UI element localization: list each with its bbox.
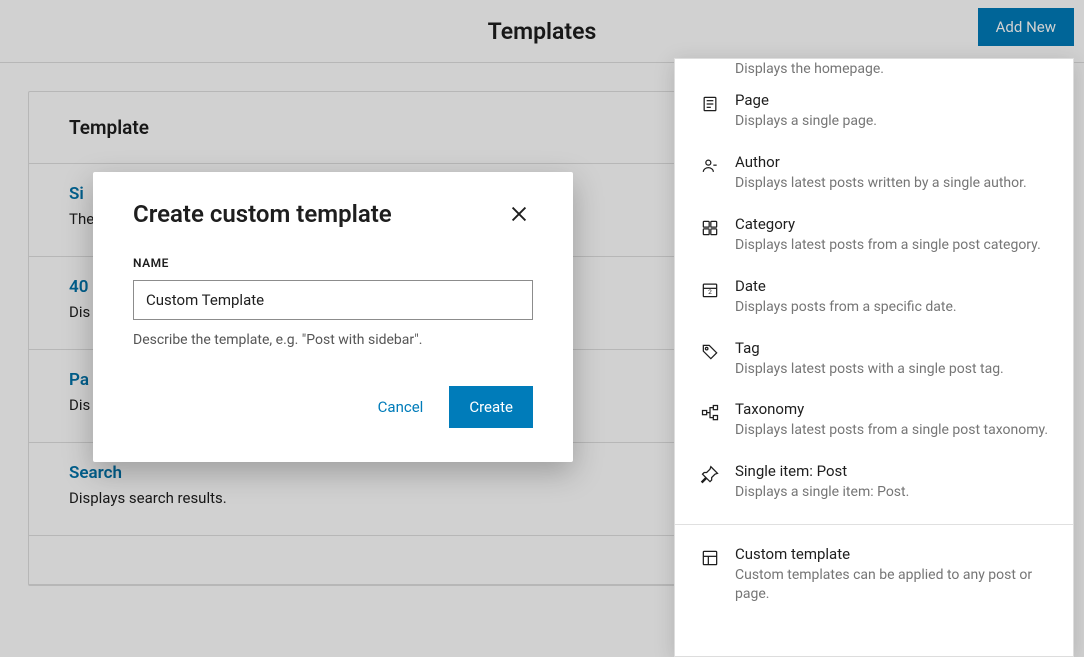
close-icon[interactable] [505, 200, 533, 228]
dropdown-item-title: Date [735, 277, 1049, 295]
dropdown-item-title: Single item: Post [735, 462, 1049, 480]
layout-icon [699, 547, 721, 569]
date-icon: 2 [699, 279, 721, 301]
name-hint: Describe the template, e.g. "Post with s… [133, 332, 533, 348]
dropdown-item-desc: Custom templates can be applied to any p… [735, 566, 1049, 604]
dropdown-item-author[interactable]: Author Displays latest posts written by … [675, 143, 1073, 205]
dropdown-item-tag[interactable]: Tag Displays latest posts with a single … [675, 329, 1073, 391]
category-icon [699, 217, 721, 239]
dropdown-item-desc: Displays latest posts from a single post… [735, 421, 1049, 440]
name-label: NAME [133, 256, 533, 270]
author-icon [699, 155, 721, 177]
add-new-dropdown: Displays the homepage. Page Displays a s… [674, 58, 1074, 657]
create-template-modal: Create custom template NAME Describe the… [93, 172, 573, 462]
dropdown-item-date[interactable]: 2 Date Displays posts from a specific da… [675, 267, 1073, 329]
dropdown-prev-desc: Displays the homepage. [675, 61, 1073, 81]
dropdown-separator [675, 524, 1073, 525]
create-button[interactable]: Create [449, 386, 533, 428]
taxonomy-icon [699, 402, 721, 424]
page-icon [699, 93, 721, 115]
dropdown-item-title: Tag [735, 339, 1049, 357]
dropdown-item-desc: Displays a single item: Post. [735, 483, 1049, 502]
dropdown-item-custom-template[interactable]: Custom template Custom templates can be … [675, 535, 1073, 616]
svg-text:2: 2 [708, 288, 712, 296]
dropdown-item-title: Taxonomy [735, 400, 1049, 418]
dropdown-item-desc: Displays posts from a specific date. [735, 298, 1049, 317]
dropdown-item-title: Author [735, 153, 1049, 171]
tag-icon [699, 341, 721, 363]
dropdown-item-category[interactable]: Category Displays latest posts from a si… [675, 205, 1073, 267]
pin-icon [699, 464, 721, 486]
dropdown-item-title: Custom template [735, 545, 1049, 563]
dropdown-item-title: Category [735, 215, 1049, 233]
cancel-button[interactable]: Cancel [372, 390, 430, 424]
dropdown-item-page[interactable]: Page Displays a single page. [675, 81, 1073, 143]
dropdown-item-desc: Displays a single page. [735, 112, 1049, 131]
name-input[interactable] [133, 280, 533, 320]
dropdown-item-title: Page [735, 91, 1049, 109]
modal-title: Create custom template [133, 200, 392, 228]
dropdown-item-taxonomy[interactable]: Taxonomy Displays latest posts from a si… [675, 390, 1073, 452]
dropdown-item-desc: Displays latest posts with a single post… [735, 360, 1049, 379]
dropdown-item-single-post[interactable]: Single item: Post Displays a single item… [675, 452, 1073, 514]
dropdown-item-desc: Displays latest posts written by a singl… [735, 174, 1049, 193]
dropdown-item-desc: Displays latest posts from a single post… [735, 236, 1049, 255]
